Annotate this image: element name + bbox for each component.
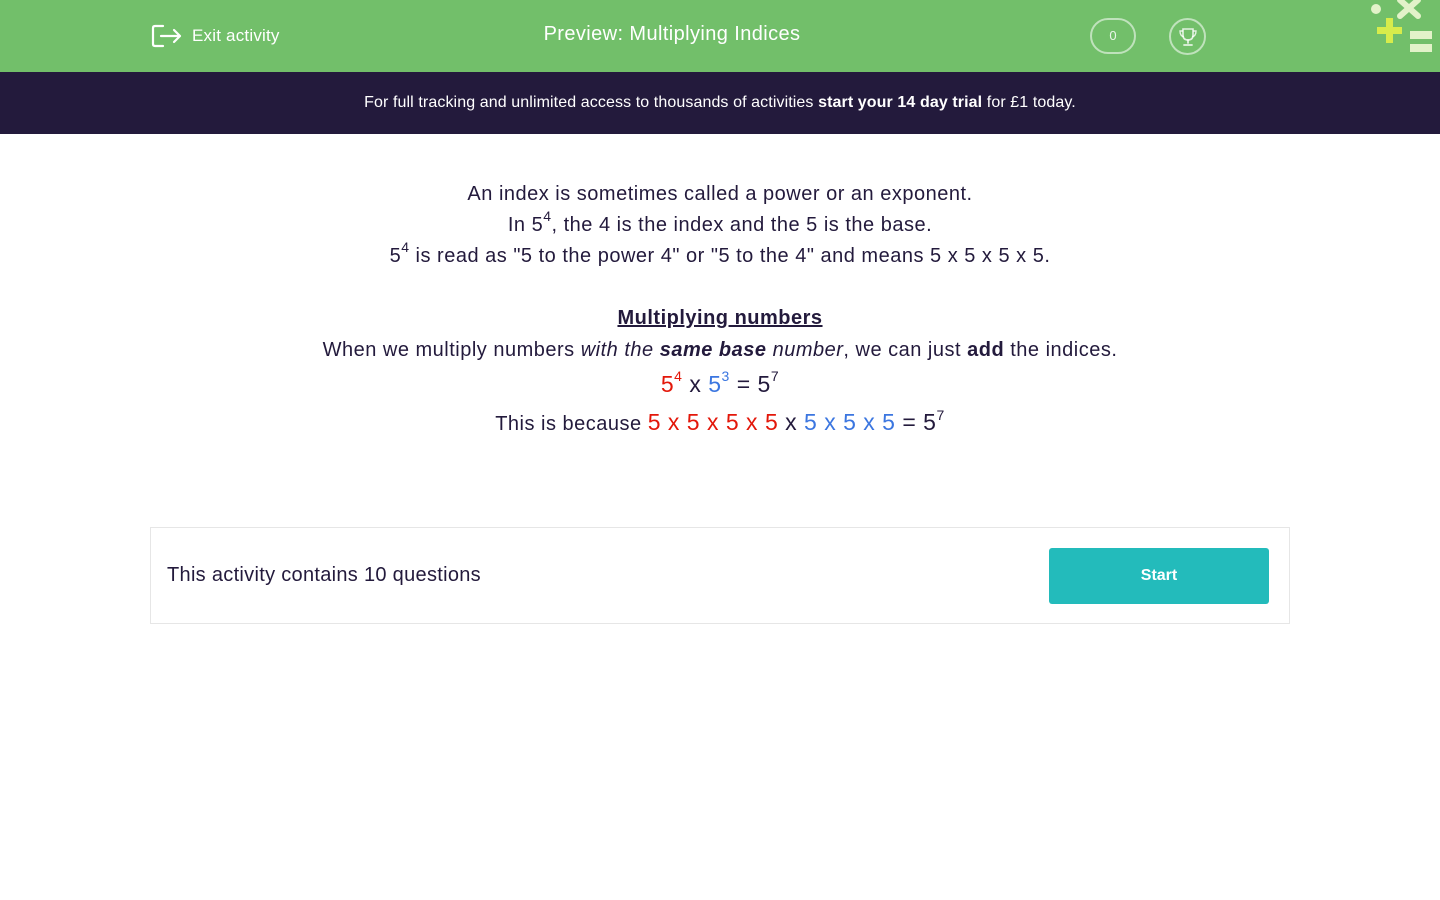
example-result-exponent: 7 (770, 368, 780, 385)
example-base-2: 5 (708, 371, 722, 397)
example-operator: x (682, 371, 709, 397)
trial-link[interactable]: start your 14 day trial (818, 94, 982, 111)
rule-text-3: number (766, 339, 844, 361)
activity-info: This activity contains 10 questions (167, 564, 481, 586)
lesson-intro: An index is sometimes called a power or … (0, 180, 1440, 441)
because-operator: x (778, 409, 805, 435)
rule-line: When we multiply numbers with the same b… (0, 336, 1440, 367)
trophy-icon (1178, 27, 1197, 46)
logo-icon (1371, 0, 1432, 52)
rule-text-emphasis: same base (659, 339, 767, 361)
trial-text-start: For full tracking and unlimited access t… (364, 94, 819, 111)
intro-line-1: An index is sometimes called a power or … (467, 183, 973, 205)
example-exponent-1: 4 (674, 368, 683, 385)
intro-line-3: 54 is read as "5 to the power 4" or "5 t… (0, 239, 1440, 273)
trial-banner: For full tracking and unlimited access t… (0, 72, 1440, 134)
activity-card: This activity contains 10 questions Star… (150, 527, 1290, 624)
top-bar: Exit activity Preview: Multiplying Indic… (0, 0, 1440, 72)
because-intro: This is because (495, 413, 648, 435)
intro-line-2-rest: , the 4 is the index and the 5 is the ba… (551, 214, 933, 236)
intro-line-3-rest: is read as "5 to the power 4" or "5 to t… (409, 245, 1051, 267)
because-blue-factors: 5 x 5 x 5 (804, 409, 896, 435)
intro-line-3-exponent: 4 (401, 239, 410, 256)
trophy-button[interactable] (1169, 18, 1206, 55)
rule-text-1: When we multiply numbers (322, 339, 581, 361)
because-result: = 5 (895, 409, 937, 435)
page-title: Preview: Multiplying Indices (543, 23, 801, 45)
intro-line-2-text: In 5 (507, 214, 544, 236)
rule-text-2: with the (580, 339, 660, 361)
section-heading: Multiplying numbers (617, 307, 823, 329)
example-exponent-2: 3 (721, 368, 730, 385)
example-result: = 5 (729, 371, 771, 397)
because-line: This is because 5 x 5 x 5 x 5 x 5 x 5 x … (0, 405, 1440, 441)
example-equation: 54 x 53 = 57 (0, 367, 1440, 405)
score-badge: 0 (1090, 18, 1136, 54)
because-red-factors: 5 x 5 x 5 x 5 (647, 409, 779, 435)
because-result-exponent: 7 (936, 407, 945, 424)
rule-text-5: the indices. (1004, 339, 1118, 361)
intro-line-2-exponent: 4 (543, 208, 552, 225)
example-base-1: 5 (660, 371, 675, 397)
start-button[interactable]: Start (1049, 548, 1269, 604)
rule-text-add: add (967, 339, 1005, 361)
rule-text-4: , we can just (843, 339, 968, 361)
trial-text-end: for £1 today. (982, 94, 1076, 111)
intro-line-2: In 54, the 4 is the index and the 5 is t… (0, 208, 1440, 242)
intro-line-3-text: 5 (389, 245, 402, 267)
